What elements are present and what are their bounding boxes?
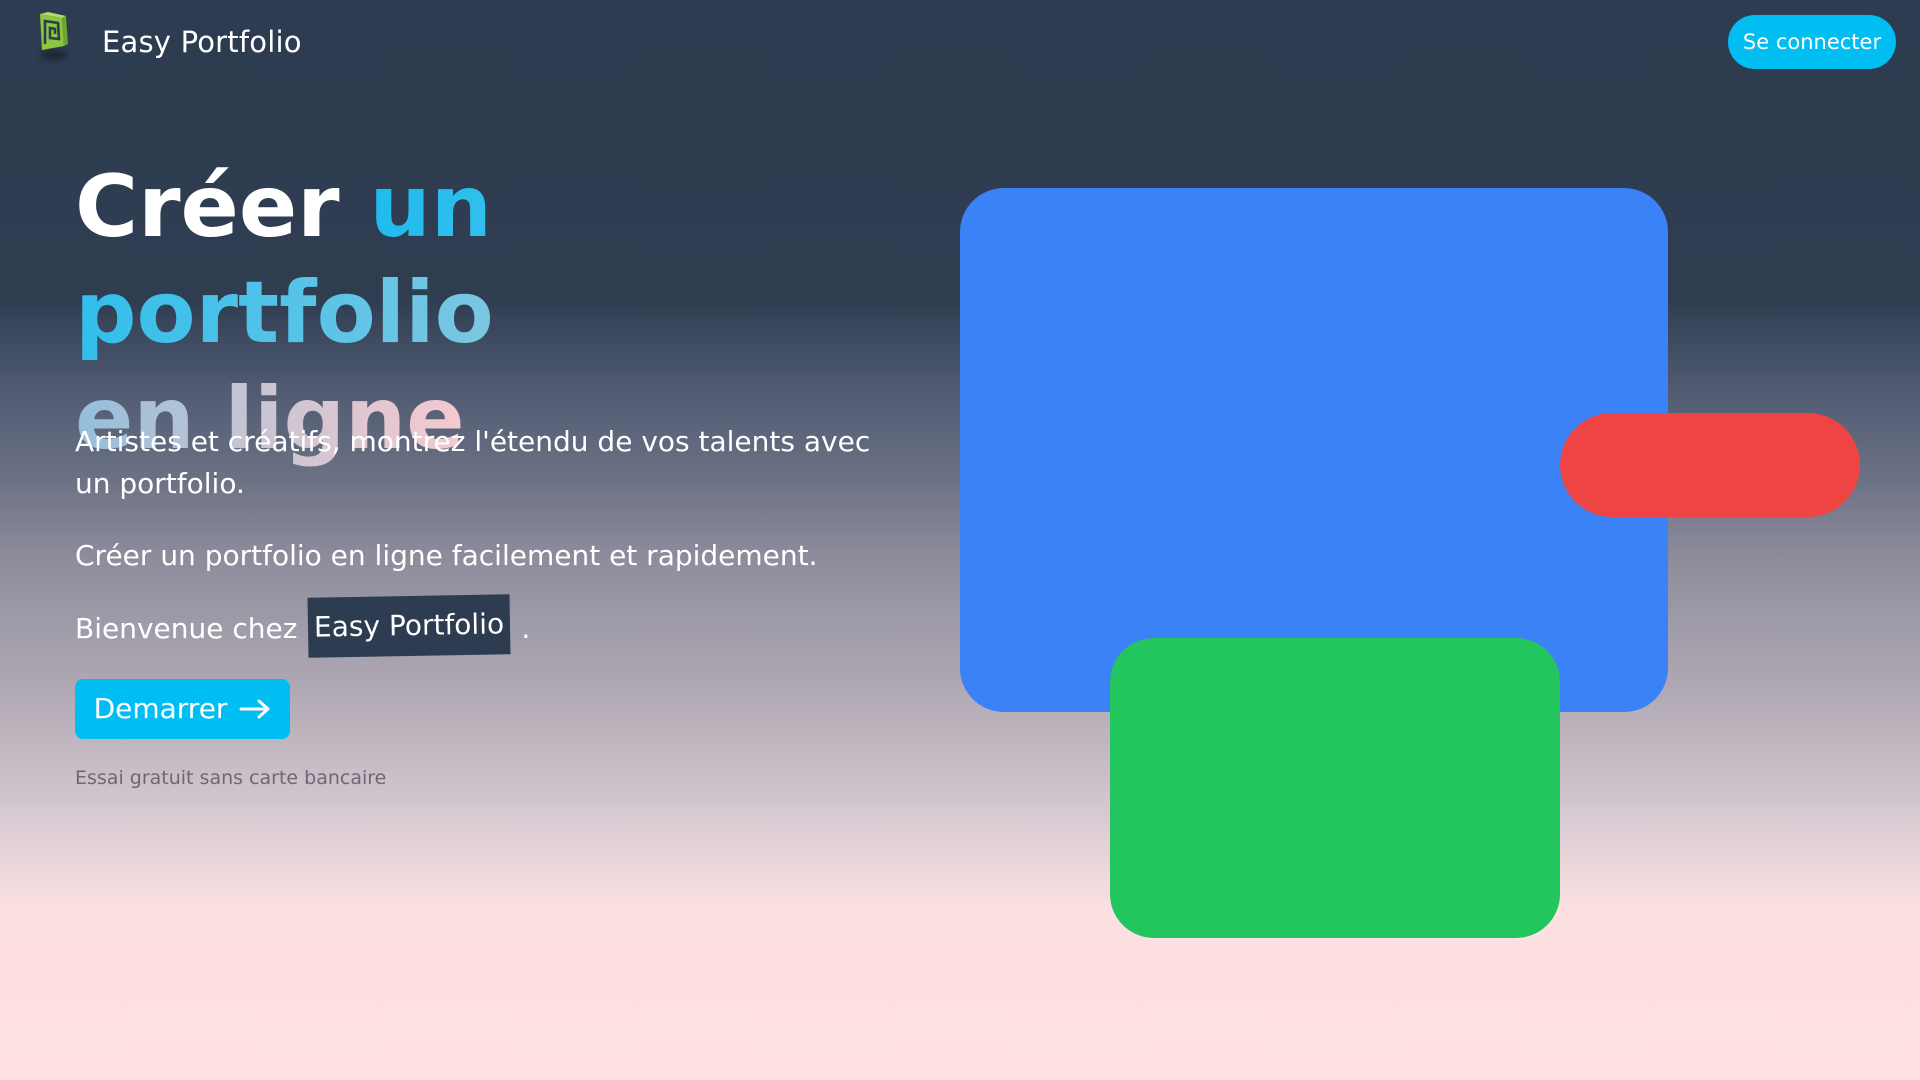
welcome-suffix: . [521,612,531,645]
arrow-right-icon [239,699,270,719]
welcome-prefix: Bienvenue chez [75,612,298,645]
illustration-red-pill [1560,413,1860,517]
brand-name[interactable]: Easy Portfolio [102,22,302,62]
site-header: Easy Portfolio Se connecter [0,0,1920,86]
spiral-square-logo-icon[interactable] [36,10,70,66]
hero-welcome-text: Bienvenue chez Easy Portfolio . [75,594,885,660]
free-trial-note: Essai gratuit sans carte bancaire [75,767,387,789]
start-button[interactable]: Demarrer [75,679,290,739]
hero-title-part1: Créer [75,157,340,257]
login-button[interactable]: Se connecter [1728,15,1896,69]
start-button-label: Demarrer [93,692,228,725]
illustration-green-card [1110,638,1560,938]
hero-sub-text: Créer un portfolio en ligne facilement e… [75,539,818,572]
hero-intro-text: Artistes et créatifs, montrez l'étendu d… [75,425,871,500]
brand-highlight: Easy Portfolio [307,594,511,658]
